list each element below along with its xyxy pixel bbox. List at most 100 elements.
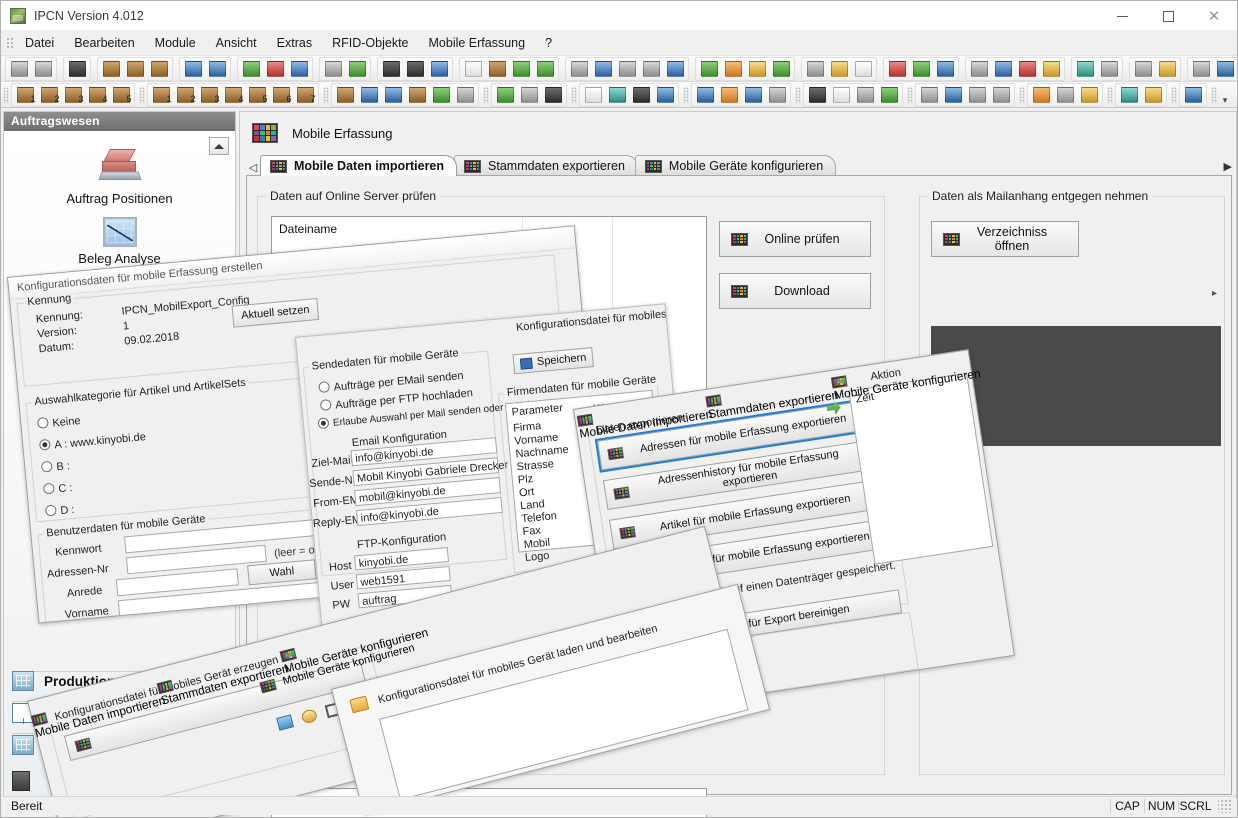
network-icon[interactable] [694, 84, 716, 106]
stamp-1-icon[interactable]: 1 [14, 84, 36, 106]
mail-window-icon[interactable] [1190, 58, 1212, 80]
hand-5-icon[interactable]: 5 [246, 84, 268, 106]
online-pruefen-button[interactable]: Online prüfen [719, 221, 871, 257]
book-yellow-icon[interactable] [1040, 58, 1062, 80]
blue-square-icon[interactable] [358, 84, 380, 106]
menu-item-bearbeiten[interactable]: Bearbeiten [64, 33, 144, 53]
toolbar-grip-icon[interactable] [1171, 86, 1177, 103]
pie-chart-icon[interactable] [1016, 58, 1038, 80]
unlock-icon[interactable] [100, 58, 122, 80]
archive-icon[interactable] [542, 84, 564, 106]
calculator-icon[interactable] [852, 58, 874, 80]
toolbar-overflow-icon[interactable]: ▾ [1219, 84, 1231, 106]
toolbar-grip-icon[interactable] [1107, 86, 1113, 103]
gear-red-icon[interactable] [264, 58, 286, 80]
db-down-icon[interactable] [742, 84, 764, 106]
safe-icon[interactable] [404, 58, 426, 80]
tab-mobile-geraete-konfigurieren[interactable]: Mobile Geräte konfigurieren [634, 155, 837, 176]
lock-closed-icon[interactable] [148, 58, 170, 80]
tag-icon[interactable] [968, 58, 990, 80]
menu-item-extras[interactable]: Extras [267, 33, 322, 53]
euro-icon[interactable] [1156, 58, 1178, 80]
gear-blue-icon[interactable] [288, 58, 310, 80]
diamond-brown-icon[interactable] [1118, 84, 1140, 106]
menu-item-ansicht[interactable]: Ansicht [206, 33, 267, 53]
globe-scan-icon[interactable] [534, 58, 556, 80]
server-icon[interactable] [66, 58, 88, 80]
book-blue-icon[interactable] [934, 58, 956, 80]
stamp-4-icon[interactable]: 4 [86, 84, 108, 106]
refresh-green-icon[interactable] [770, 58, 792, 80]
speichern-button[interactable]: Speichern [512, 347, 594, 375]
stamp-3-icon[interactable]: 3 [62, 84, 84, 106]
hand-3-icon[interactable]: 3 [198, 84, 220, 106]
stamp-2-icon[interactable]: 2 [38, 84, 60, 106]
minimize-button[interactable] [1099, 1, 1145, 31]
globe-icon[interactable] [510, 58, 532, 80]
import-arrow-icon[interactable] [32, 58, 54, 80]
sync-icon[interactable] [990, 84, 1012, 106]
diamond-icon[interactable] [1074, 58, 1096, 80]
hand-2-icon[interactable]: 2 [174, 84, 196, 106]
toolbar-grip-icon[interactable] [1211, 86, 1217, 103]
gear-blue2-icon[interactable] [664, 58, 686, 80]
user-check-icon[interactable] [346, 58, 368, 80]
stack-icon[interactable] [806, 84, 828, 106]
toolbar-grip-icon[interactable] [1019, 86, 1025, 103]
users-icon[interactable] [568, 58, 590, 80]
frame-down-icon[interactable] [966, 84, 988, 106]
diamond-blue-icon[interactable] [1182, 84, 1204, 106]
rack-icon[interactable] [630, 84, 652, 106]
resize-grip-icon[interactable] [1218, 799, 1232, 813]
hand-6-icon[interactable]: 6 [270, 84, 292, 106]
gear-gray-icon[interactable] [454, 84, 476, 106]
folder-open-icon[interactable] [349, 695, 370, 714]
wrench-icon[interactable] [854, 84, 876, 106]
clock-icon[interactable] [486, 58, 508, 80]
tab-stammdaten-exportieren[interactable]: Stammdaten exportieren [454, 155, 638, 176]
menu-grip-icon[interactable] [5, 36, 13, 50]
card-swipe-icon[interactable] [592, 58, 614, 80]
tab-mobile-daten-importieren[interactable]: Mobile Daten importieren [260, 155, 458, 176]
toolbar-grip-icon[interactable] [483, 86, 489, 103]
hand-7-icon[interactable]: 7 [294, 84, 316, 106]
stamp-5-icon[interactable]: 5 [110, 84, 132, 106]
toolbar-grip-icon[interactable] [571, 86, 577, 103]
user-question-icon[interactable] [766, 84, 788, 106]
menu-item-datei[interactable]: Datei [15, 33, 64, 53]
tab-scroll-right-icon[interactable]: ▶ [1224, 160, 1232, 176]
calendar-clock-icon[interactable] [334, 84, 356, 106]
cubes-icon[interactable] [718, 84, 740, 106]
box-icon[interactable] [722, 58, 744, 80]
at-icon[interactable] [1078, 84, 1100, 106]
box-blue-icon[interactable] [654, 84, 676, 106]
verzeichniss-oeffnen-button[interactable]: Verzeichniss öffnen [931, 221, 1079, 257]
lock-open-icon[interactable] [124, 58, 146, 80]
printer-icon[interactable] [380, 58, 402, 80]
cogwheel-icon[interactable] [616, 58, 638, 80]
sidebar-tile-auftrag-positionen[interactable]: Auftrag Positionen [4, 147, 235, 206]
gear-green-icon[interactable] [240, 58, 262, 80]
book-red-icon[interactable] [886, 58, 908, 80]
toolbar-grip-icon[interactable] [795, 86, 801, 103]
speech-bubble-icon[interactable] [1132, 58, 1154, 80]
hand-4-icon[interactable]: 4 [222, 84, 244, 106]
book-open-icon[interactable] [1098, 58, 1120, 80]
star-icon[interactable] [828, 58, 850, 80]
stamp-icon[interactable] [406, 84, 428, 106]
menu-item-module[interactable]: Module [145, 33, 206, 53]
menu-item-rfid-objekte[interactable]: RFID-Objekte [322, 33, 418, 53]
phone-icon[interactable] [1054, 84, 1076, 106]
close-button[interactable]: ✕ [1191, 1, 1237, 31]
toolbar-grip-icon[interactable] [323, 86, 329, 103]
page-icon[interactable] [830, 84, 852, 106]
world-icon[interactable] [878, 84, 900, 106]
tab-scroll-left-icon[interactable]: ◁ [246, 158, 260, 176]
book-green-icon[interactable] [910, 58, 932, 80]
document-blue-icon[interactable] [428, 58, 450, 80]
package-icon[interactable] [1030, 84, 1052, 106]
disc-icon[interactable] [382, 84, 404, 106]
chart-area-icon[interactable] [992, 58, 1014, 80]
toolbar-grip-icon[interactable] [3, 86, 9, 103]
frame-icon[interactable] [918, 84, 940, 106]
